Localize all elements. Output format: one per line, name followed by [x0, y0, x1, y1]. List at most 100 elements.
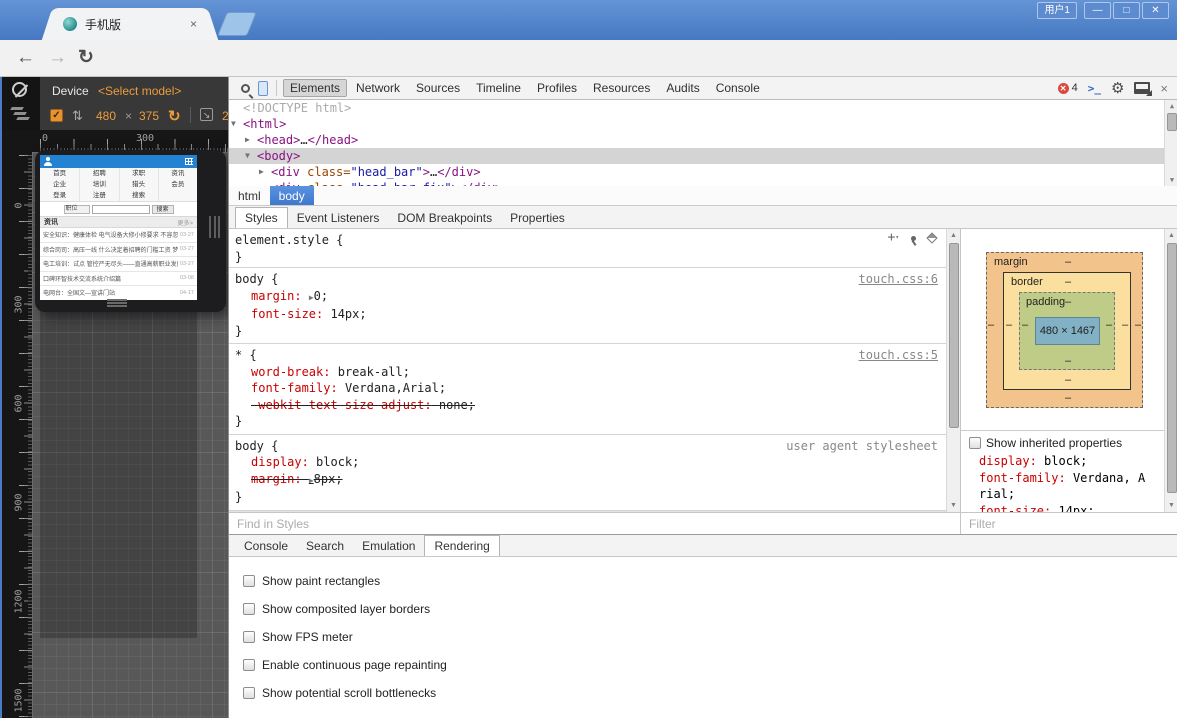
box-model-content[interactable]: 480 × 1467: [1035, 317, 1100, 345]
style-rule-element-style[interactable]: element.style { } +▾: [229, 229, 946, 268]
error-count-badge[interactable]: ✕4: [1058, 82, 1078, 94]
console-prompt-icon[interactable]: >_: [1088, 82, 1101, 95]
fps-meter-checkbox[interactable]: [243, 631, 255, 643]
list-item[interactable]: 电工培训：试点 管控严无尽头——直通高薪职业发展通道03-27: [40, 257, 197, 272]
show-inherited-checkbox[interactable]: [969, 437, 981, 449]
dock-side-icon[interactable]: [1134, 82, 1150, 94]
dom-tree-scrollbar[interactable]: ▲ ▼: [1164, 100, 1177, 186]
profile-button[interactable]: 用户1: [1037, 2, 1077, 19]
resize-grip-right[interactable]: [209, 216, 220, 238]
style-rule-body-touch[interactable]: body { touch.css:6 margin: ▶0; font-size…: [229, 268, 946, 344]
browser-tab[interactable]: 手机版 ×: [55, 8, 205, 40]
fit-to-window-icon[interactable]: ↘: [200, 108, 213, 121]
padding-left-value[interactable]: –: [1018, 319, 1032, 331]
padding-right-value[interactable]: –: [1102, 319, 1116, 331]
maximize-button[interactable]: □: [1113, 2, 1140, 19]
drawer-tab-rendering[interactable]: Rendering: [424, 535, 499, 556]
border-left-value[interactable]: –: [1002, 319, 1016, 331]
list-more-link[interactable]: 更多>: [177, 218, 193, 227]
computed-property[interactable]: font-size: 14px;: [979, 503, 1149, 513]
dom-node-html[interactable]: ▼<html>: [229, 116, 1177, 132]
rendering-option[interactable]: Enable continuous page repainting: [243, 651, 1177, 679]
tab-console[interactable]: Console: [709, 79, 767, 97]
scroll-up-icon[interactable]: ▲: [1168, 232, 1175, 239]
device-mode-icon[interactable]: [258, 81, 268, 96]
rendering-option[interactable]: Show composited layer borders: [243, 595, 1177, 623]
dom-node-div-headbar[interactable]: ▶<div class="head_bar">…</div>: [229, 164, 1177, 180]
minimize-button[interactable]: —: [1084, 2, 1111, 19]
paint-rectangles-checkbox[interactable]: [243, 575, 255, 587]
block-overrides-icon[interactable]: [12, 82, 27, 97]
rendering-option[interactable]: Show FPS meter: [243, 623, 1177, 651]
scroll-down-icon[interactable]: ▼: [1165, 176, 1177, 184]
tab-elements[interactable]: Elements: [283, 79, 347, 97]
nav-link[interactable]: 注册: [79, 190, 118, 201]
list-item[interactable]: 综合岗司：高压一线 什么决定着招聘的门槛工资 梦想工作03-27: [40, 243, 197, 258]
scroll-down-icon[interactable]: ▼: [950, 502, 957, 509]
scrollbar-thumb[interactable]: [1167, 243, 1177, 493]
tab-close-icon[interactable]: ×: [190, 17, 197, 31]
style-rule-body-ua[interactable]: body { user agent stylesheet display: bl…: [229, 435, 946, 511]
nav-link[interactable]: 会员: [158, 179, 197, 190]
nav-link[interactable]: 登录: [40, 190, 79, 201]
continuous-repaint-checkbox[interactable]: [243, 659, 255, 671]
list-item[interactable]: 安全知识：健康体检 电气设备大修小修要求 不容忽视03-27: [40, 228, 197, 243]
tab-timeline[interactable]: Timeline: [469, 79, 528, 97]
search-category-select[interactable]: 职位: [64, 205, 90, 214]
styles-scrollbar[interactable]: ▲ ▼: [946, 229, 960, 512]
stylesheet-link[interactable]: touch.css:6: [859, 271, 938, 288]
nav-link[interactable]: 培训: [79, 179, 118, 190]
tab-properties[interactable]: Properties: [501, 208, 574, 228]
nav-link[interactable]: 招聘: [79, 168, 118, 179]
css-property[interactable]: word-break: break-all;: [235, 364, 940, 381]
tab-resources[interactable]: Resources: [586, 79, 657, 97]
border-bottom-value[interactable]: –: [1061, 374, 1075, 386]
drawer-tab-emulation[interactable]: Emulation: [353, 536, 424, 556]
collapse-arrow-icon[interactable]: ▶: [245, 132, 250, 148]
tab-sources[interactable]: Sources: [409, 79, 467, 97]
padding-top-value[interactable]: –: [1061, 296, 1075, 308]
tab-network[interactable]: Network: [349, 79, 407, 97]
nav-link[interactable]: 猎头: [119, 179, 158, 190]
crumb-html[interactable]: html: [229, 186, 270, 205]
scroll-up-icon[interactable]: ▲: [950, 232, 957, 239]
css-property[interactable]: margin: ▶0;: [235, 288, 940, 307]
user-icon[interactable]: [44, 157, 52, 166]
tab-styles[interactable]: Styles: [235, 207, 288, 228]
nav-link[interactable]: 求职: [119, 168, 158, 179]
swap-dimensions-icon[interactable]: ⇅: [72, 108, 83, 124]
dom-node-doctype[interactable]: <!DOCTYPE html>: [229, 100, 1177, 116]
color-format-icon[interactable]: [926, 232, 937, 243]
dom-node-head[interactable]: ▶<head>…</head>: [229, 132, 1177, 148]
reload-icon[interactable]: ↻: [78, 40, 94, 76]
drawer-tab-console[interactable]: Console: [235, 536, 297, 556]
nav-link[interactable]: 搜索: [119, 190, 158, 201]
expand-arrow-icon[interactable]: ▼: [231, 116, 236, 132]
find-in-styles-input[interactable]: [229, 513, 960, 534]
padding-bottom-value[interactable]: –: [1061, 355, 1075, 367]
style-rule-star-touch[interactable]: * { touch.css:5 word-break: break-all; f…: [229, 344, 946, 435]
border-top-value[interactable]: –: [1061, 276, 1075, 288]
scroll-bottlenecks-checkbox[interactable]: [243, 687, 255, 699]
nav-link[interactable]: 首页: [40, 168, 79, 179]
css-property-invalid[interactable]: ⚠-webkit-text-size-adjust: none;: [235, 397, 940, 414]
new-style-rule-icon[interactable]: +▾: [888, 233, 899, 243]
back-icon[interactable]: ←: [16, 40, 35, 76]
device-height-field[interactable]: 375: [139, 109, 159, 123]
list-item[interactable]: 口碑环智技术交流系统介绍篇03-08: [40, 272, 197, 287]
expand-arrow-icon[interactable]: ▼: [245, 148, 250, 164]
dom-node-body-selected[interactable]: ▼<body>: [229, 148, 1177, 164]
margin-top-value[interactable]: –: [1061, 256, 1075, 268]
close-button[interactable]: ✕: [1142, 2, 1169, 19]
forward-icon[interactable]: →: [48, 40, 67, 76]
border-right-value[interactable]: –: [1118, 319, 1132, 331]
composited-borders-checkbox[interactable]: [243, 603, 255, 615]
tab-audits[interactable]: Audits: [659, 79, 706, 97]
scrollbar-thumb[interactable]: [949, 243, 959, 428]
emulation-checkbox[interactable]: ✓: [50, 109, 63, 122]
refresh-icon[interactable]: ↻: [168, 107, 181, 125]
nav-link[interactable]: 企业: [40, 179, 79, 190]
close-devtools-icon[interactable]: ×: [1160, 81, 1168, 96]
css-property[interactable]: font-size: 14px;: [235, 306, 940, 323]
search-button[interactable]: 搜索: [152, 205, 174, 214]
